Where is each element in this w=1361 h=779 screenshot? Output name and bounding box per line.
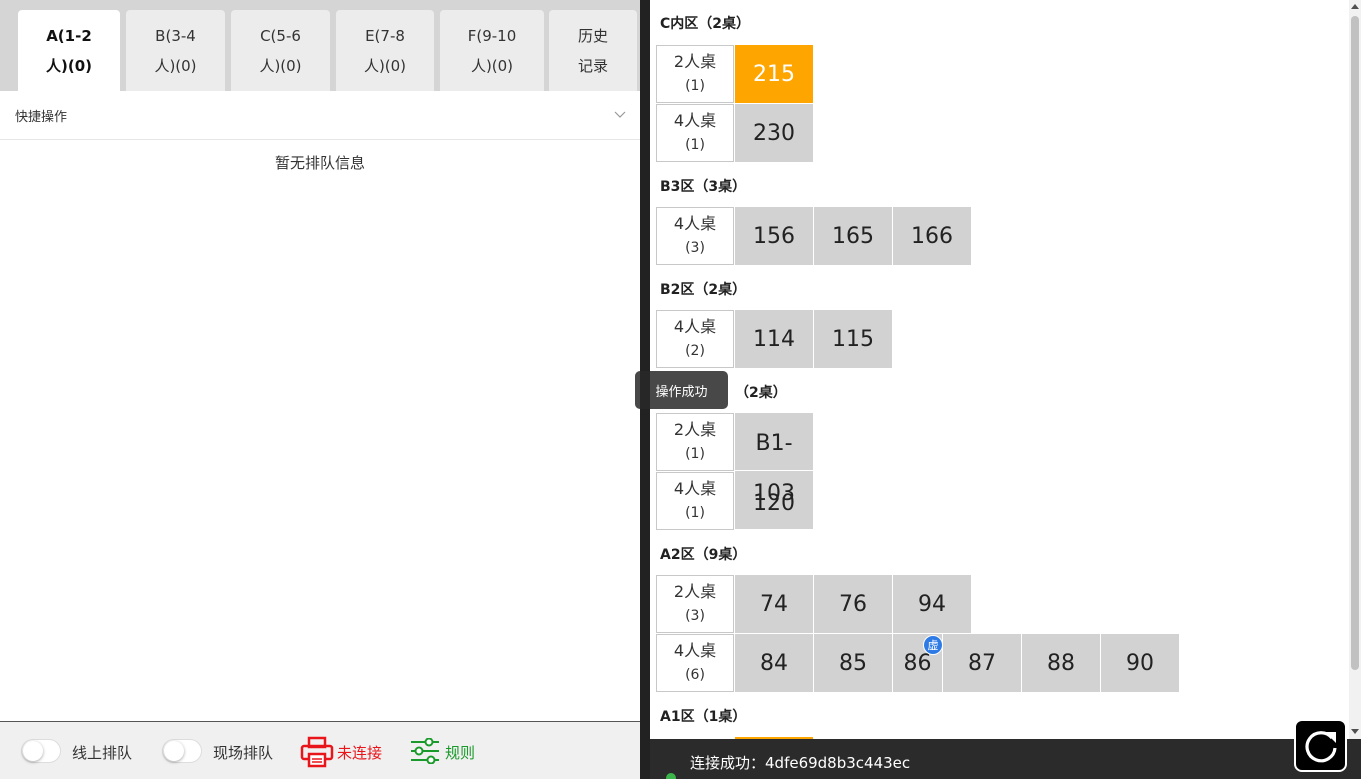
table-cell[interactable]: 115 [814,310,892,368]
row-label-name: 4人桌 [673,317,717,336]
tab-e[interactable]: E(7-8 人)(0) [336,10,434,91]
tab-b-line2: 人)(0) [154,56,197,75]
zone-title-c-inner: C内区（2桌） [660,16,751,32]
connection-status-text: 连接成功：4dfe69d8b3c443ec [690,754,911,772]
table-cell[interactable]: 114 [735,310,813,368]
tab-b-line1: B(3-4 [155,26,196,45]
row-label: 2人桌 (3) [656,575,734,633]
row-label-count: (6) [685,667,705,683]
tab-a[interactable]: A(1-2 人)(0) [18,10,120,91]
scroll-up-arrow-icon[interactable] [1351,4,1359,9]
zone-title-b1: （2桌） [735,385,787,401]
row-label-count: (1) [685,505,705,521]
scrollbar[interactable] [1349,0,1361,739]
row-label: 2人桌 (1) [656,45,734,103]
table-cell[interactable]: 87 [943,634,1021,692]
toggle-knob [164,741,184,761]
tab-c-line1: C(5-6 [260,26,301,45]
row-label-count: (1) [685,137,705,153]
row-label-name: 4人桌 [673,479,717,498]
cell-separator [735,470,813,471]
table-map: C内区（2桌） 2人桌 (1) 215 4人桌 (1) 230 B3区（3桌） … [650,0,1349,739]
table-cell[interactable]: 84 [735,634,813,692]
table-cell[interactable]: 85 [814,634,892,692]
onsite-queue-toggle[interactable] [162,739,202,763]
scroll-down-arrow-icon[interactable] [1351,729,1359,734]
tab-c[interactable]: C(5-6 人)(0) [231,10,330,91]
tab-e-line1: E(7-8 [365,26,405,45]
success-toast: 操作成功 [635,371,728,409]
row-label-count: (2) [685,343,705,359]
row-label: 4人桌 (1) [656,472,734,530]
row-label-name: 2人桌 [673,420,717,439]
rules-label[interactable]: 规则 [445,742,475,763]
tab-f[interactable]: F(9-10 人)(0) [440,10,544,91]
quick-ops-label: 快捷操作 [15,109,68,125]
table-cell-line1: B1- [755,431,793,456]
connection-status-bar: 连接成功：4dfe69d8b3c443ec [650,739,1361,779]
app: A(1-2 人)(0) B(3-4 人)(0) C(5-6 人)(0) E(7-… [0,0,1361,779]
scrollbar-thumb[interactable] [1351,16,1359,670]
quick-ops-collapse[interactable]: 快捷操作 [0,91,640,140]
onsite-queue-label: 现场排队 [213,744,274,762]
empty-queue-message: 暂无排队信息 [274,154,365,172]
printer-status-label[interactable]: 未连接 [337,742,382,763]
queue-tabs: A(1-2 人)(0) B(3-4 人)(0) C(5-6 人)(0) E(7-… [0,0,640,91]
online-queue-label: 线上排队 [72,744,133,762]
zone-title-a1: A1区（1桌） [660,709,747,725]
row-label: 2人桌 (1) [656,413,734,471]
table-cell[interactable]: 90 [1101,634,1179,692]
row-label: 4人桌 (2) [656,310,734,368]
printer-icon[interactable] [300,736,334,768]
chevron-down-icon [614,111,626,118]
tab-history[interactable]: 历史 记录 [549,10,637,91]
row-label-name: 4人桌 [673,641,717,660]
tab-e-line2: 人)(0) [363,56,407,75]
online-queue-toggle[interactable] [21,739,61,763]
row-label-count: (1) [685,446,705,462]
row-label: 4人桌 (6) [656,634,734,692]
tab-f-line2: 人)(0) [470,56,514,75]
table-cell[interactable]: 230 [735,104,813,162]
queue-panel: A(1-2 人)(0) B(3-4 人)(0) C(5-6 人)(0) E(7-… [0,0,640,779]
zone-title-b2: B2区（2桌） [660,282,747,298]
table-cell[interactable]: 76 [814,575,892,633]
row-label-count: (1) [685,78,705,94]
row-label-count: (3) [685,608,705,624]
row-label: 4人桌 (1) [656,104,734,162]
bottom-toolbar: 线上排队 现场排队 未连接 规则 [0,721,640,779]
zone-title-a2: A2区（9桌） [660,547,747,563]
table-cell[interactable]: 94 [893,575,971,633]
table-cell[interactable]: 88 [1022,634,1100,692]
table-cell[interactable]: 166 [893,207,971,265]
tab-b[interactable]: B(3-4 人)(0) [126,10,225,91]
table-cell[interactable]: 215 [735,45,813,103]
row-label-count: (3) [685,240,705,256]
row-label: 4人桌 (3) [656,207,734,265]
row-label-name: 4人桌 [673,214,717,233]
tab-f-line1: F(9-10 [467,26,517,45]
refresh-icon [1304,730,1337,762]
table-cell[interactable]: 165 [814,207,892,265]
tab-c-line2: 人)(0) [259,56,302,75]
row-label-name: 4人桌 [673,111,717,130]
table-cell[interactable]: 120 [735,488,813,518]
tab-a-line1: A(1-2 [46,26,92,45]
table-cell[interactable]: 156 [735,207,813,265]
table-cell[interactable]: 74 [735,575,813,633]
tab-history-line2: 记录 [577,56,608,75]
row-label-name: 2人桌 [673,582,717,601]
row-label-name: 2人桌 [673,52,717,71]
tab-a-line2: 人)(0) [45,56,92,75]
zone-title-b3: B3区（3桌） [660,179,747,195]
toggle-knob [23,741,43,761]
status-dot [666,773,676,779]
tab-history-line1: 历史 [577,26,608,45]
sliders-icon[interactable] [409,738,441,764]
refresh-button[interactable] [1294,719,1347,772]
virtual-badge: 虚 [923,635,943,655]
